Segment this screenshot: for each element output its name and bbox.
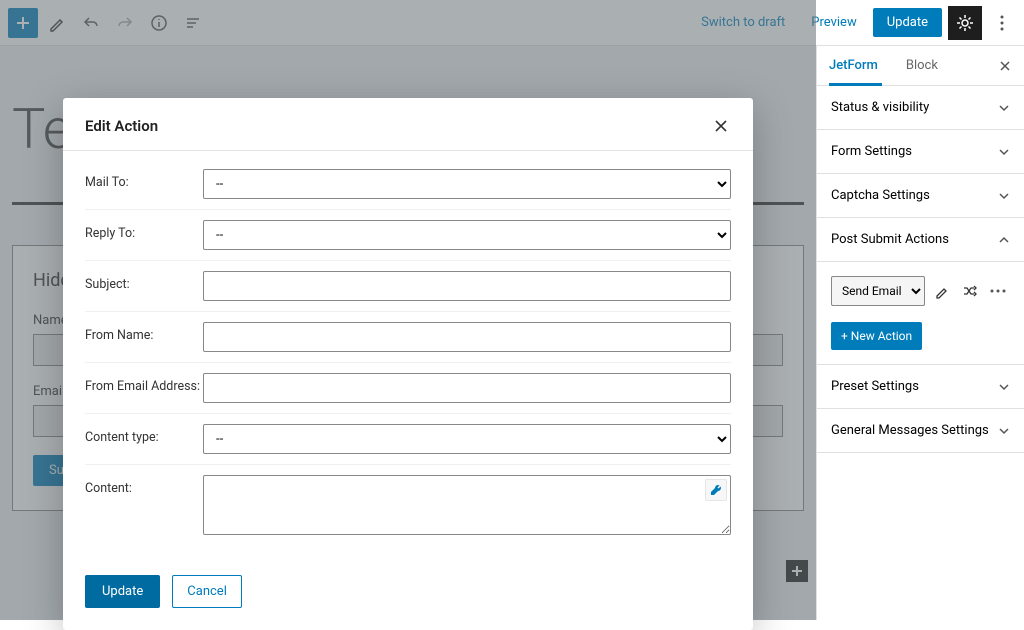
panel-post-submit-actions[interactable]: Post Submit Actions	[817, 218, 1024, 262]
modal-footer: Update Cancel	[63, 553, 753, 630]
modal-cancel-button[interactable]: Cancel	[172, 575, 242, 608]
more-options-button[interactable]	[988, 6, 1016, 40]
panel-captcha-settings[interactable]: Captcha Settings	[817, 174, 1024, 218]
reply-to-select[interactable]: --	[203, 220, 731, 250]
subject-input[interactable]	[203, 271, 731, 301]
modal-body: Mail To: -- Reply To: -- Subject: From N…	[63, 151, 753, 553]
modal-update-button[interactable]: Update	[85, 575, 160, 608]
kebab-icon	[1000, 15, 1004, 31]
content-type-select[interactable]: --	[203, 424, 731, 454]
conditions-button[interactable]	[959, 280, 981, 302]
action-row: Send Email	[831, 276, 1010, 306]
content-type-label: Content type:	[85, 424, 203, 445]
pencil-icon	[934, 283, 950, 299]
edit-action-button[interactable]	[931, 280, 953, 302]
row-subject: Subject:	[85, 261, 731, 312]
row-reply-to: Reply To: --	[85, 210, 731, 261]
from-name-label: From Name:	[85, 322, 203, 343]
wrench-icon	[709, 483, 723, 497]
action-type-select[interactable]: Send Email	[831, 276, 925, 306]
update-button[interactable]: Update	[873, 8, 942, 37]
from-email-label: From Email Address:	[85, 373, 203, 394]
row-from-name: From Name:	[85, 312, 731, 363]
edit-action-modal: Edit Action Mail To: -- Reply To: -- Sub…	[63, 98, 753, 630]
panel-status-visibility[interactable]: Status & visibility	[817, 86, 1024, 130]
tab-block[interactable]: Block	[906, 46, 942, 86]
chevron-down-icon	[998, 190, 1010, 202]
modal-title: Edit Action	[85, 117, 158, 135]
from-name-input[interactable]	[203, 322, 731, 352]
modal-header: Edit Action	[63, 98, 753, 151]
chevron-down-icon	[998, 425, 1010, 437]
subject-label: Subject:	[85, 271, 203, 292]
panel-label: Form Settings	[831, 144, 912, 159]
panel-label: Preset Settings	[831, 379, 919, 394]
mail-to-label: Mail To:	[85, 169, 203, 190]
modal-overlay: Edit Action Mail To: -- Reply To: -- Sub…	[0, 0, 816, 620]
close-icon	[998, 59, 1012, 73]
from-email-input[interactable]	[203, 373, 731, 403]
reply-to-label: Reply To:	[85, 220, 203, 241]
panel-label: Captcha Settings	[831, 188, 930, 203]
panel-label: Post Submit Actions	[831, 232, 949, 247]
macros-button[interactable]	[705, 479, 727, 501]
chevron-down-icon	[998, 102, 1010, 114]
settings-sidebar: JetForm Block Status & visibility Form S…	[816, 46, 1024, 620]
new-action-button[interactable]: + New Action	[831, 322, 922, 350]
chevron-down-icon	[998, 146, 1010, 158]
tab-jetform[interactable]: JetForm	[829, 46, 882, 86]
row-content-type: Content type: --	[85, 414, 731, 465]
panel-label: Status & visibility	[831, 100, 929, 115]
sidebar-tabs: JetForm Block	[817, 46, 1024, 86]
row-mail-to: Mail To: --	[85, 159, 731, 210]
sidebar-close-button[interactable]	[998, 59, 1012, 73]
panel-preset-settings[interactable]: Preset Settings	[817, 365, 1024, 409]
mail-to-select[interactable]: --	[203, 169, 731, 199]
dots-icon	[990, 289, 1006, 293]
content-label: Content:	[85, 475, 203, 496]
close-icon	[713, 118, 729, 134]
action-more-button[interactable]	[987, 280, 1009, 302]
panel-form-settings[interactable]: Form Settings	[817, 130, 1024, 174]
panel-general-messages[interactable]: General Messages Settings	[817, 409, 1024, 453]
shuffle-icon	[962, 283, 978, 299]
gear-icon	[955, 13, 975, 33]
panel-label: General Messages Settings	[831, 423, 989, 438]
row-content: Content:	[85, 465, 731, 549]
panel-body-post-submit: Send Email + New Action	[817, 262, 1024, 365]
chevron-up-icon	[998, 234, 1010, 246]
modal-close-button[interactable]	[711, 116, 731, 136]
row-from-email: From Email Address:	[85, 363, 731, 414]
chevron-down-icon	[998, 381, 1010, 393]
settings-button[interactable]	[948, 6, 982, 40]
content-textarea[interactable]	[203, 475, 731, 535]
